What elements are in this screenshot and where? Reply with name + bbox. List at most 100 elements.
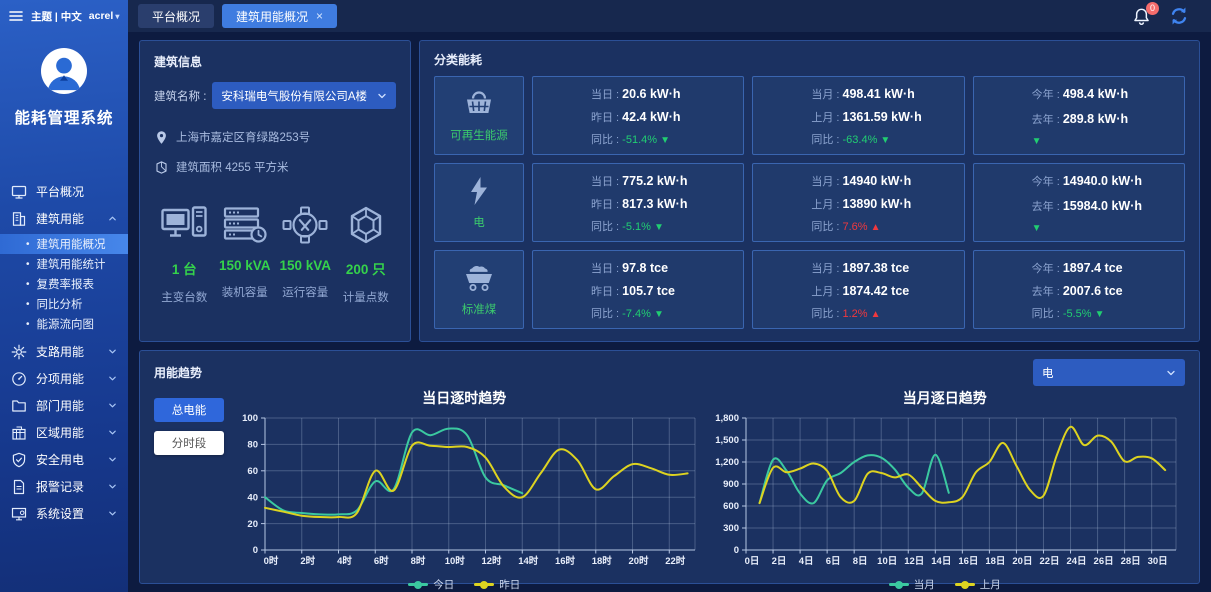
svg-text:16日: 16日 [958, 556, 978, 567]
renewable-values-2: 今年 : 498.4 kW·h去年 : 289.8 kW·h ▼ [973, 76, 1185, 155]
building-name-row: 建筑名称 : 安科瑞电气股份有限公司A楼 [154, 82, 396, 109]
sidebar-item-building-energy[interactable]: 建筑用能 [0, 205, 128, 232]
close-icon[interactable]: × [316, 10, 323, 22]
energy-trend-header: 用能趋势 电 [154, 359, 1185, 386]
document-icon [11, 479, 27, 495]
trend-buttons: 总电能 分时段 [154, 386, 224, 579]
yoy-indicator: 同比 : -63.4% ▼ [811, 131, 953, 147]
svg-text:6日: 6日 [825, 556, 840, 567]
category-energy-panel: 分类能耗 可再生能源当日 : 20.6 kW·h昨日 : 42.4 kW·h同比… [419, 40, 1200, 342]
sidebar-nav: 平台概况建筑用能•建筑用能概况•建筑用能统计•复费率报表•同比分析•能源流向图支… [0, 178, 128, 527]
sidebar-subitem-energy-flow-diagram[interactable]: •能源流向图 [0, 314, 128, 334]
sidebar-item-system-settings[interactable]: 系统设置 [0, 500, 128, 527]
svg-text:300: 300 [723, 523, 739, 534]
category-renewable: 可再生能源 [434, 76, 524, 155]
svg-text:8日: 8日 [853, 556, 868, 567]
building-select-value: 安科瑞电气股份有限公司A楼 [221, 88, 367, 104]
category-standard-coal: 标准煤 [434, 250, 524, 329]
region-icon [11, 425, 27, 441]
daily-trend-chart-title: 当日逐时趋势 [422, 388, 506, 408]
category-electricity: 电 [434, 163, 524, 242]
standard-coal-values-2: 今年 : 1897.4 tce去年 : 2007.6 tce同比 : -5.5%… [973, 250, 1185, 329]
chevron-down-icon [108, 374, 117, 383]
stat-main-transformers: 1 台 主变台数 [154, 205, 215, 305]
legend-series[interactable]: 昨日 [474, 577, 520, 592]
top-row: 建筑信息 建筑名称 : 安科瑞电气股份有限公司A楼 上海市嘉定区育绿路253号 [139, 40, 1200, 342]
tab-building-energy-overview[interactable]: 建筑用能概况 × [222, 4, 337, 28]
chevron-down-icon [108, 455, 117, 464]
stat-value: 200 只 [336, 258, 397, 278]
tab-bar: 平台概况 建筑用能概况 × 0 [128, 0, 1211, 32]
legend-marker [889, 583, 909, 586]
sidebar-item-alarm-records[interactable]: 报警记录 [0, 473, 128, 500]
legend-marker [408, 583, 428, 586]
svg-text:24日: 24日 [1066, 556, 1086, 567]
profile-block: 能耗管理系统 [0, 32, 128, 128]
time-period-button[interactable]: 分时段 [154, 431, 224, 455]
svg-text:2日: 2日 [771, 556, 786, 567]
user-name: acrel [89, 10, 114, 22]
building-area-row: 建筑面积 4255 平方米 [154, 159, 396, 175]
sidebar-subitem-tariff-report[interactable]: •复费率报表 [0, 274, 128, 294]
bullet-icon: • [26, 259, 30, 270]
tabbar-actions: 0 [1132, 6, 1201, 26]
refresh-button[interactable] [1169, 6, 1189, 26]
stat-label: 运行容量 [275, 284, 336, 300]
monthly-trend-chart-canvas: 03006009001,2001,5001,8000日2日4日6日8日10日12… [706, 410, 1184, 576]
sidebar-subitem-building-energy-stats[interactable]: •建筑用能统计 [0, 254, 128, 274]
location-pin-icon [154, 130, 169, 145]
tab-platform-overview[interactable]: 平台概况 [138, 4, 214, 28]
energy-type-select[interactable]: 电 [1033, 359, 1185, 386]
daily-trend-chart-canvas: 0204060801000时2时4时6时8时10时12时14时16时18时20时… [225, 410, 703, 576]
stat-value: 1 台 [154, 258, 215, 278]
total-energy-button[interactable]: 总电能 [154, 398, 224, 422]
svg-text:1,500: 1,500 [715, 435, 739, 446]
menu-toggle-icon[interactable] [8, 8, 24, 24]
sidebar-item-department-energy[interactable]: 部门用能 [0, 392, 128, 419]
svg-text:22日: 22日 [1039, 556, 1059, 567]
avatar [41, 48, 87, 94]
app-root: 主题 | 中文 acrel▾ 能耗管理系统 平台概况建筑用能•建筑用能概况•建筑… [0, 0, 1211, 592]
stat-installed-capacity: 150 kVA 装机容量 [215, 205, 276, 305]
theme-language-switcher[interactable]: 主题 | 中文 [31, 9, 82, 24]
notifications-button[interactable]: 0 [1132, 7, 1151, 26]
sidebar-item-branch-energy[interactable]: 支路用能 [0, 338, 128, 365]
notification-badge: 0 [1146, 2, 1159, 15]
svg-text:0: 0 [733, 545, 738, 556]
legend-series[interactable]: 当月 [889, 577, 935, 592]
tab-label: 平台概况 [152, 8, 200, 25]
svg-text:10时: 10时 [445, 555, 466, 567]
lightning-icon [462, 176, 496, 206]
bullet-icon: • [26, 299, 30, 310]
svg-text:16时: 16时 [555, 555, 576, 567]
sidebar-item-subentry-energy[interactable]: 分项用能 [0, 365, 128, 392]
gauge-icon [11, 371, 27, 387]
yoy-indicator: ▼ [1032, 222, 1174, 234]
legend-series[interactable]: 上月 [955, 577, 1001, 592]
building-select[interactable]: 安科瑞电气股份有限公司A楼 [212, 82, 396, 109]
user-menu[interactable]: acrel▾ [89, 10, 120, 22]
folder-icon [11, 398, 27, 414]
building-area: 建筑面积 4255 平方米 [176, 159, 288, 175]
renewable-icon [462, 89, 496, 119]
svg-text:600: 600 [723, 501, 739, 512]
building-name-label: 建筑名称 : [154, 88, 206, 104]
yoy-indicator: 同比 : -5.1% ▼ [591, 218, 733, 234]
svg-text:14时: 14时 [518, 555, 539, 567]
category-energy-title: 分类能耗 [434, 51, 1185, 68]
svg-text:40: 40 [248, 492, 259, 503]
yoy-indicator: 同比 : -51.4% ▼ [591, 131, 733, 147]
coal-cart-icon [462, 263, 496, 293]
sidebar-item-region-energy[interactable]: 区域用能 [0, 419, 128, 446]
legend-series[interactable]: 今日 [408, 577, 454, 592]
bullet-icon: • [26, 319, 30, 330]
chevron-up-icon [108, 214, 117, 223]
sidebar-subitem-building-energy-overview[interactable]: •建筑用能概况 [0, 234, 128, 254]
category-name: 标准煤 [462, 301, 497, 317]
sidebar-subitem-yoy-analysis[interactable]: •同比分析 [0, 294, 128, 314]
svg-text:30日: 30日 [1147, 556, 1167, 567]
daily-trend-chart: 当日逐时趋势 0204060801000时2时4时6时8时10时12时14时16… [224, 386, 705, 579]
sidebar-item-safe-electricity[interactable]: 安全用电 [0, 446, 128, 473]
sidebar-item-platform-overview[interactable]: 平台概况 [0, 178, 128, 205]
svg-text:1,200: 1,200 [715, 457, 739, 468]
